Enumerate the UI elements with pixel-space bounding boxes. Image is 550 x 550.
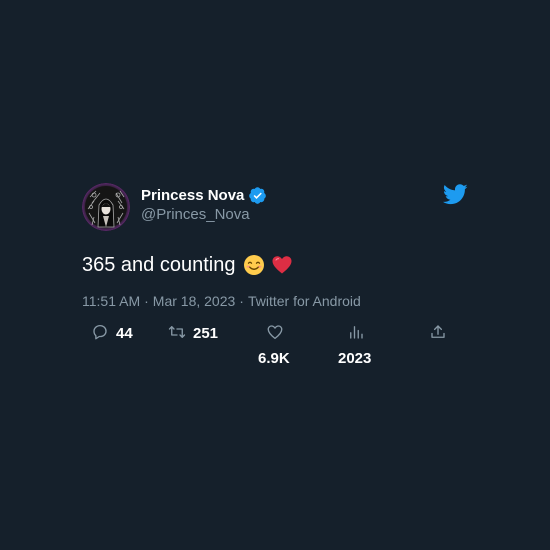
tweet-meta: 11:51 AM · Mar 18, 2023 · Twitter for Androi… [82, 293, 361, 310]
twitter-bird-icon[interactable] [442, 184, 468, 205]
meta-separator: · [144, 293, 149, 309]
red-heart-emoji-icon [271, 254, 293, 276]
tweet-time[interactable]: 11:51 AM [82, 293, 140, 309]
like-button[interactable] [266, 323, 284, 341]
reply-button[interactable] [91, 323, 109, 341]
views-count: 2023 [338, 350, 372, 367]
tweet-source[interactable]: Twitter for Android [248, 293, 361, 309]
retweet-button[interactable] [168, 323, 186, 341]
reply-count: 44 [116, 325, 133, 342]
analytics-icon [350, 326, 363, 339]
reply-icon [93, 324, 107, 340]
verified-badge-icon [248, 186, 267, 205]
tweet-card: Princess Nova @Princes_Nova 365 and coun… [0, 0, 550, 550]
display-name[interactable]: Princess Nova [141, 187, 244, 205]
tweet-text-row: 365 and counting [82, 253, 293, 277]
smiling-face-emoji-icon [243, 254, 265, 276]
meta-separator: · [239, 293, 244, 309]
like-count: 6.9K [258, 350, 290, 367]
share-button[interactable] [429, 323, 447, 341]
display-name-row[interactable]: Princess Nova [141, 186, 267, 205]
tweet-text: 365 and counting [82, 254, 236, 276]
retweet-icon [168, 326, 186, 338]
user-handle[interactable]: @Princes_Nova [141, 206, 250, 224]
avatar[interactable] [82, 183, 130, 231]
tweet-date[interactable]: Mar 18, 2023 [153, 293, 236, 309]
views-button[interactable] [347, 323, 365, 341]
heart-icon [267, 325, 283, 340]
retweet-count: 251 [193, 325, 219, 342]
share-icon [431, 325, 445, 338]
